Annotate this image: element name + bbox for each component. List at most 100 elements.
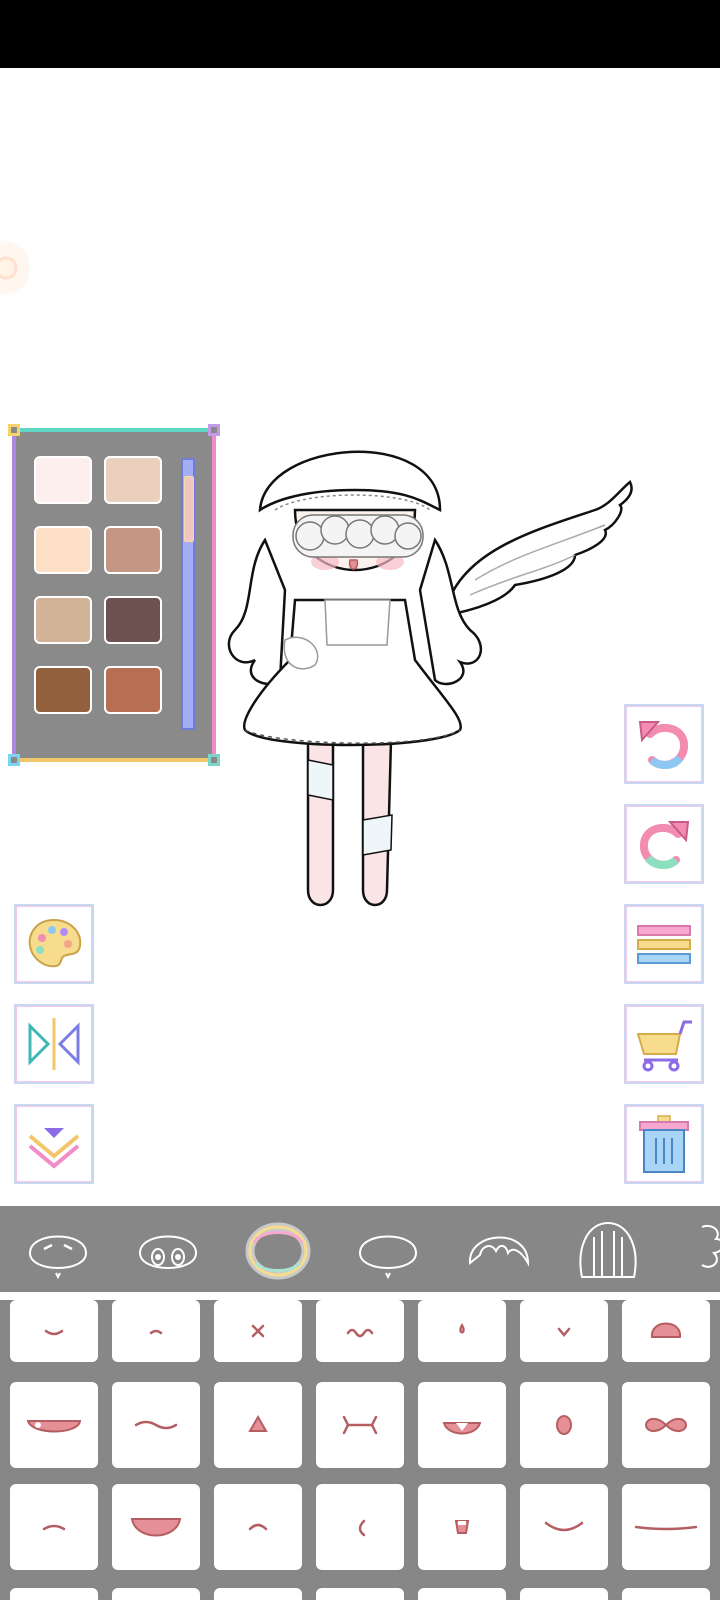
mouth-smile-icon <box>544 1521 584 1532</box>
category-halo[interactable] <box>238 1214 318 1286</box>
back-hair-icon <box>579 1221 637 1278</box>
color-swatch[interactable] <box>34 456 92 504</box>
mouth-triangle-icon <box>248 1414 268 1432</box>
mouth-option-tile[interactable] <box>10 1300 98 1362</box>
color-swatch[interactable] <box>34 666 92 714</box>
color-swatch[interactable] <box>34 596 92 644</box>
menu-button[interactable] <box>624 904 704 984</box>
mouth-tongue-icon <box>26 1420 82 1433</box>
color-swatch[interactable] <box>34 526 92 574</box>
palette-scrollbar[interactable] <box>181 458 195 730</box>
mouth-curve-icon <box>42 1524 66 1531</box>
mouth-option-tile[interactable] <box>622 1484 710 1570</box>
mouth-option-tile[interactable] <box>214 1484 302 1570</box>
flower-blindfold-illustration <box>292 514 424 558</box>
mouth-option-tile[interactable] <box>418 1588 506 1600</box>
accessory-icon <box>701 1225 720 1268</box>
mouth-option-tile[interactable] <box>10 1588 98 1600</box>
mouth-option-tile[interactable] <box>214 1300 302 1362</box>
mouth-wavy-icon <box>346 1328 374 1338</box>
palette-icon <box>28 918 82 968</box>
undo-button[interactable] <box>624 704 704 784</box>
wing-illustration <box>445 480 633 617</box>
color-swatch[interactable] <box>104 456 162 504</box>
mouth-smile-small-icon <box>44 1329 64 1336</box>
mouth-option-tile[interactable] <box>10 1382 98 1468</box>
panel-corner-decoration <box>8 754 20 766</box>
mouth-options-grid <box>0 1300 720 1600</box>
mouth-option-tile[interactable] <box>214 1382 302 1468</box>
mouth-dash-icon <box>149 1329 163 1335</box>
mouth-grit-icon <box>342 1415 378 1435</box>
undo-icon <box>638 721 688 769</box>
mouth-cup-icon <box>454 1520 470 1534</box>
mouth-o-icon <box>556 1415 572 1435</box>
face-expression-icon <box>28 1235 88 1280</box>
category-head-shape[interactable] <box>348 1214 428 1286</box>
mouth-frown-small-icon <box>248 1523 268 1531</box>
mouth-option-tile[interactable] <box>316 1382 404 1468</box>
category-bar <box>0 1206 720 1292</box>
mouth-o-small-icon <box>459 1323 465 1334</box>
flip-icon <box>28 1018 80 1070</box>
category-front-hair[interactable] <box>458 1214 538 1286</box>
color-swatch[interactable] <box>104 596 162 644</box>
cart-icon <box>636 1020 692 1072</box>
mouth-option-tile[interactable] <box>622 1300 710 1362</box>
head-shape-icon <box>358 1235 418 1280</box>
redo-button[interactable] <box>624 804 704 884</box>
mouth-option-tile[interactable] <box>418 1484 506 1570</box>
flip-button[interactable] <box>14 1004 94 1084</box>
skin-color-palette <box>8 424 220 766</box>
mouth-option-tile[interactable] <box>622 1588 710 1600</box>
category-accessory[interactable] <box>678 1214 720 1286</box>
mouth-c-icon <box>358 1519 366 1537</box>
mouth-option-tile[interactable] <box>316 1300 404 1362</box>
chevron-down-icon <box>28 1128 80 1169</box>
category-face-expression[interactable] <box>18 1214 98 1286</box>
mouth-option-tile[interactable] <box>316 1588 404 1600</box>
mouth-v-icon <box>557 1327 571 1337</box>
front-hair-icon <box>468 1236 530 1267</box>
panel-corner-decoration <box>8 424 20 436</box>
shop-button[interactable] <box>624 1004 704 1084</box>
bonnet-illustration <box>258 450 442 513</box>
mouth-x-icon <box>251 1324 265 1338</box>
palette-scroll-thumb[interactable] <box>184 476 194 542</box>
mouth-option-tile[interactable] <box>112 1588 200 1600</box>
mouth-option-tile[interactable] <box>520 1300 608 1362</box>
mouth-option-tile[interactable] <box>520 1382 608 1468</box>
legs-illustration <box>306 738 393 907</box>
status-bar <box>0 0 720 68</box>
mouth-option-tile[interactable] <box>112 1300 200 1362</box>
mouth-option-tile[interactable] <box>10 1484 98 1570</box>
mouth-option-tile[interactable] <box>418 1300 506 1362</box>
mouth-option-tile[interactable] <box>418 1382 506 1468</box>
mouth-option-tile[interactable] <box>520 1588 608 1600</box>
collapse-button[interactable] <box>14 1104 94 1184</box>
color-swatch[interactable] <box>104 526 162 574</box>
mouth-option-tile[interactable] <box>214 1588 302 1600</box>
mouth-option-tile[interactable] <box>112 1484 200 1570</box>
color-swatch[interactable] <box>104 666 162 714</box>
category-eyes[interactable] <box>128 1214 208 1286</box>
mouth-open-d-icon <box>442 1422 482 1435</box>
mouth-blob-icon <box>650 1322 682 1338</box>
mouth-option-tile[interactable] <box>316 1484 404 1570</box>
mouth-long-line-icon <box>634 1525 698 1531</box>
category-back-hair[interactable] <box>568 1214 648 1286</box>
mouth-option-tile[interactable] <box>520 1484 608 1570</box>
color-palette-button[interactable] <box>14 904 94 984</box>
menu-icon <box>637 925 691 964</box>
swatch-list <box>34 456 170 728</box>
redo-icon <box>640 821 690 869</box>
character-figure[interactable] <box>215 430 655 930</box>
mouth-open-wide-icon <box>130 1518 182 1537</box>
trash-icon <box>639 1115 689 1173</box>
mouth-infinity-icon <box>644 1418 688 1432</box>
delete-button[interactable] <box>624 1104 704 1184</box>
mouth-option-tile[interactable] <box>112 1382 200 1468</box>
mouth-option-tile[interactable] <box>622 1382 710 1468</box>
eyes-icon <box>138 1235 198 1269</box>
mouth-flat-wave-icon <box>134 1420 178 1430</box>
